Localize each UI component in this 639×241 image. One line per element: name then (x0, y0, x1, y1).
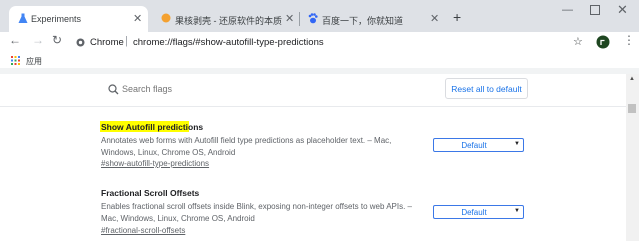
apps-label[interactable]: 应用 (26, 56, 42, 67)
paw-icon (308, 13, 318, 24)
close-window-icon[interactable]: ✕ (617, 2, 628, 18)
flag-description: Enables fractional scroll offsets inside… (101, 202, 412, 211)
flag-description: Mac, Windows, Linux, Chrome OS, Android (101, 214, 255, 223)
flag-select-value: Default (461, 208, 487, 217)
apps-grid-icon[interactable] (11, 56, 20, 65)
avatar[interactable] (596, 35, 610, 49)
flag-select[interactable]: Default ▼ (433, 205, 524, 219)
site-label: Chrome (90, 37, 124, 48)
scroll-up-icon[interactable]: ▲ (629, 76, 635, 82)
maximize-icon[interactable] (590, 5, 600, 15)
menu-icon[interactable]: ⋮ (623, 33, 635, 47)
flag-title: Fractional Scroll Offsets (101, 188, 200, 198)
minimize-icon[interactable]: — (562, 4, 573, 16)
tab-strip: Experiments ✕ 果核剥壳 - 还原软件的本质 ✕ 百度一下，你就知道… (0, 0, 639, 32)
omnibox-divider: | (125, 35, 128, 47)
search-icon (108, 84, 119, 95)
reload-icon[interactable]: ↻ (52, 33, 62, 47)
search-input[interactable] (120, 82, 324, 96)
tab-title: 百度一下，你就知道 (322, 16, 404, 26)
tab-experiments[interactable]: Experiments ✕ (9, 6, 148, 32)
orange-circle-icon (161, 13, 171, 23)
scrollbar[interactable]: ▲ (626, 74, 639, 241)
chrome-icon (76, 38, 85, 47)
reset-all-label: Reset all to default (451, 84, 522, 94)
bookmark-star-icon[interactable]: ☆ (573, 35, 583, 48)
search-divider (0, 106, 626, 107)
tab-baidu[interactable]: 百度一下，你就知道 ✕ (300, 6, 443, 32)
flask-icon (18, 13, 28, 23)
bookmarks-bar (0, 52, 639, 68)
dropdown-arrow-icon: ▼ (514, 141, 520, 147)
flag-permalink[interactable]: #fractional-scroll-offsets (101, 226, 185, 235)
tab-guohe[interactable]: 果核剥壳 - 还原软件的本质 ✕ (152, 6, 298, 32)
flag-select-value: Default (461, 141, 487, 150)
close-icon[interactable]: ✕ (430, 12, 439, 25)
flag-description: Annotates web forms with Autofill field … (101, 136, 392, 145)
flag-description: Windows, Linux, Chrome OS, Android (101, 148, 236, 157)
close-icon[interactable]: ✕ (133, 12, 142, 25)
reset-all-button[interactable]: Reset all to default (445, 78, 528, 99)
dropdown-arrow-icon: ▼ (514, 208, 520, 214)
new-tab-icon[interactable]: + (453, 9, 461, 25)
close-icon[interactable]: ✕ (285, 12, 294, 25)
flag-permalink[interactable]: #show-autofill-type-predictions (101, 159, 209, 168)
flag-select[interactable]: Default ▼ (433, 138, 524, 152)
scrollbar-thumb[interactable] (628, 104, 636, 113)
tab-title: Experiments (31, 14, 82, 24)
url-field[interactable]: chrome://flags/#show-autofill-type-predi… (133, 37, 324, 48)
back-icon[interactable]: ← (9, 33, 21, 47)
forward-icon[interactable]: → (32, 33, 44, 47)
flag-title: Show Autofill predictions (101, 122, 204, 132)
tab-title: 果核剥壳 - 还原软件的本质 (175, 16, 282, 26)
flags-page (0, 74, 626, 241)
